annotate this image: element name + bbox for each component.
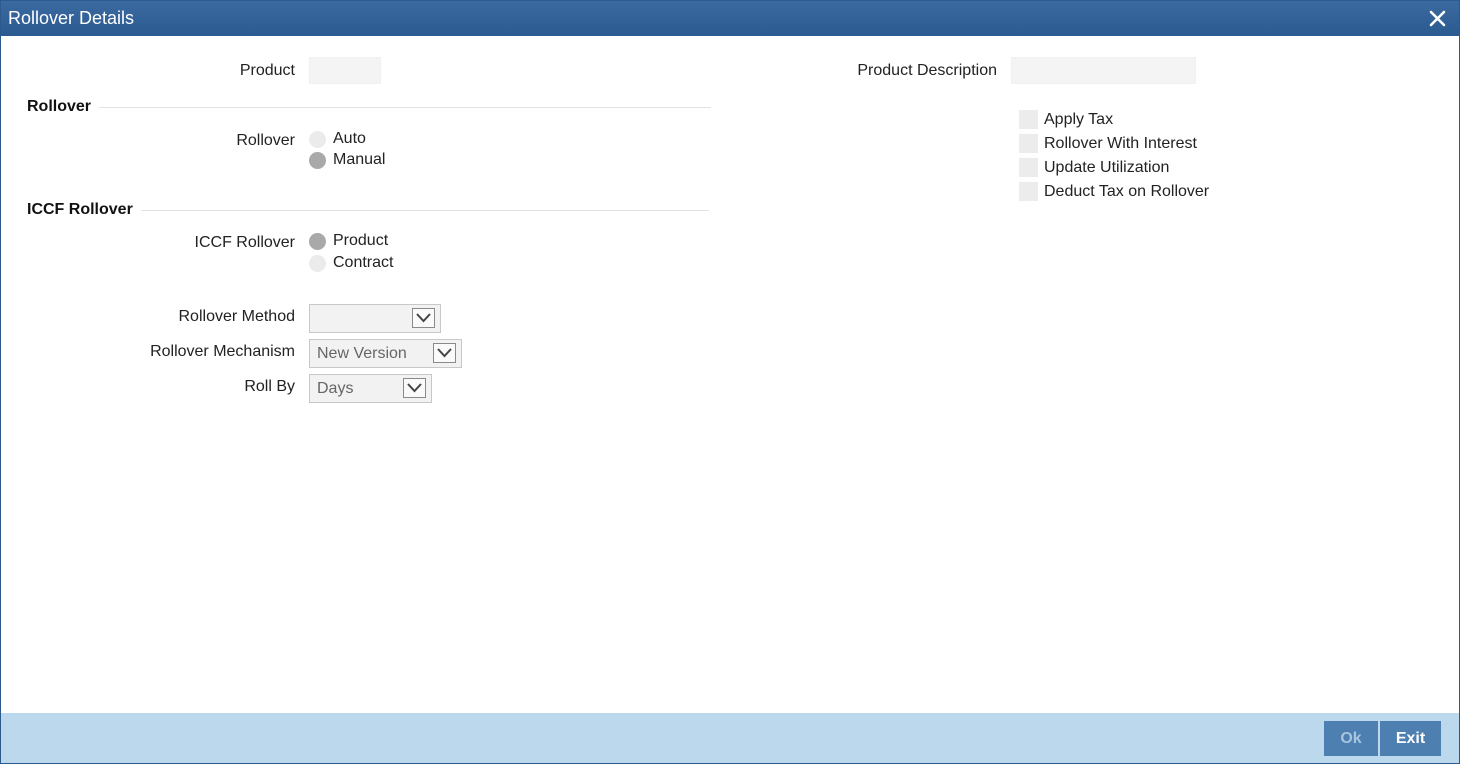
rollover-auto-label: Auto bbox=[333, 130, 366, 147]
rollover-section-title: Rollover bbox=[27, 98, 92, 115]
iccf-product-label: Product bbox=[333, 232, 389, 249]
chevron-down-icon[interactable] bbox=[433, 343, 456, 363]
chevron-down-icon[interactable] bbox=[412, 308, 435, 328]
deduct-tax-on-rollover-checkbox[interactable] bbox=[1019, 182, 1038, 201]
apply-tax-checkbox[interactable] bbox=[1019, 110, 1038, 129]
roll-by-value: Days bbox=[317, 380, 354, 397]
title-bar: Rollover Details bbox=[1, 1, 1459, 36]
product-label: Product bbox=[239, 62, 295, 79]
iccf-product-radio[interactable] bbox=[309, 233, 326, 250]
product-description-label: Product Description bbox=[857, 62, 997, 79]
rollover-section-divider bbox=[99, 107, 711, 108]
close-icon[interactable] bbox=[1425, 4, 1451, 32]
roll-by-label: Roll By bbox=[244, 378, 295, 395]
rollover-mechanism-label: Rollover Mechanism bbox=[150, 343, 295, 360]
rollover-method-select[interactable] bbox=[309, 304, 441, 333]
exit-button[interactable]: Exit bbox=[1380, 721, 1441, 756]
dialog-footer: Ok Exit bbox=[1, 713, 1459, 763]
rollover-with-interest-label: Rollover With Interest bbox=[1044, 135, 1197, 152]
rollover-label: Rollover bbox=[236, 132, 295, 149]
roll-by-select[interactable]: Days bbox=[309, 374, 432, 403]
dialog-title: Rollover Details bbox=[8, 8, 135, 28]
rollover-auto-radio[interactable] bbox=[309, 131, 326, 148]
product-description-field[interactable] bbox=[1011, 57, 1196, 84]
deduct-tax-on-rollover-label: Deduct Tax on Rollover bbox=[1044, 183, 1210, 200]
iccf-rollover-section-title: ICCF Rollover bbox=[27, 201, 133, 218]
rollover-method-label: Rollover Method bbox=[178, 308, 296, 325]
rollover-with-interest-checkbox[interactable] bbox=[1019, 134, 1038, 153]
rollover-manual-radio[interactable] bbox=[309, 152, 326, 169]
iccf-contract-radio[interactable] bbox=[309, 255, 326, 272]
rollover-manual-label: Manual bbox=[333, 151, 386, 168]
chevron-down-icon[interactable] bbox=[403, 378, 426, 398]
rollover-details-dialog: Rollover Details Product Product Descrip… bbox=[0, 0, 1460, 764]
update-utilization-checkbox[interactable] bbox=[1019, 158, 1038, 177]
iccf-rollover-label: ICCF Rollover bbox=[194, 234, 295, 251]
product-field[interactable] bbox=[309, 57, 381, 84]
rollover-mechanism-select[interactable]: New Version bbox=[309, 339, 462, 368]
ok-button[interactable]: Ok bbox=[1324, 721, 1378, 756]
update-utilization-label: Update Utilization bbox=[1044, 159, 1170, 176]
apply-tax-label: Apply Tax bbox=[1044, 111, 1114, 128]
iccf-section-divider bbox=[141, 210, 709, 211]
iccf-contract-label: Contract bbox=[333, 254, 394, 271]
rollover-mechanism-value: New Version bbox=[317, 345, 407, 362]
